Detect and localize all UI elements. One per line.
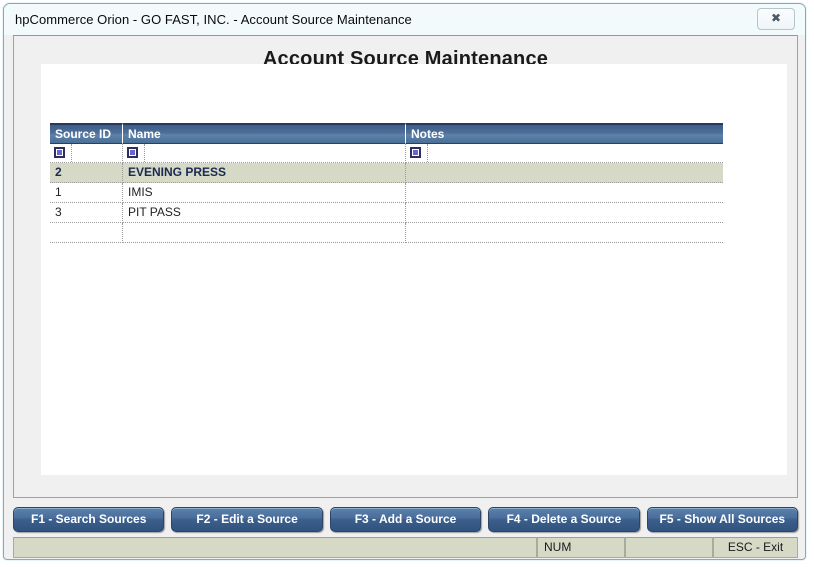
empty-row bbox=[50, 223, 723, 243]
empty-cell bbox=[406, 223, 723, 243]
cell-name[interactable]: IMIS bbox=[123, 183, 406, 203]
grid-header-notes[interactable]: Notes bbox=[406, 123, 723, 144]
status-panel-0 bbox=[13, 537, 537, 558]
title-bar: hpCommerce Orion - GO FAST, INC. - Accou… bbox=[4, 4, 805, 35]
application-window: hpCommerce Orion - GO FAST, INC. - Accou… bbox=[3, 3, 806, 560]
status-bar: NUM ESC - Exit bbox=[13, 537, 798, 558]
filter-cell-divider bbox=[144, 144, 145, 162]
filter-builder-icon[interactable] bbox=[54, 147, 65, 158]
grid-filter-cell-name[interactable] bbox=[123, 144, 406, 163]
cell-name[interactable]: PIT PASS bbox=[123, 203, 406, 223]
grid-filter-cell-notes[interactable] bbox=[406, 144, 723, 163]
f5-show-all-sources-button[interactable]: F5 - Show All Sources bbox=[646, 507, 799, 532]
empty-cell bbox=[123, 223, 406, 243]
window-title: hpCommerce Orion - GO FAST, INC. - Accou… bbox=[15, 12, 412, 27]
status-panel-3: ESC - Exit bbox=[713, 537, 798, 558]
close-icon: ✖ bbox=[770, 11, 782, 25]
grid-header-row: Source ID Name Notes bbox=[50, 123, 723, 144]
account-source-grid[interactable]: Source ID Name Notes 2 EVENING PRESS 1 IMIS 3 P… bbox=[50, 123, 723, 243]
grid-body: 2 EVENING PRESS 1 IMIS 3 PIT PASS bbox=[50, 163, 723, 243]
content-panel: Source ID Name Notes 2 EVENING PRESS 1 IMIS 3 P… bbox=[41, 64, 787, 475]
grid-header-source_id[interactable]: Source ID bbox=[50, 123, 123, 144]
table-row[interactable]: 2 EVENING PRESS bbox=[50, 163, 723, 183]
f2-edit-a-source-button[interactable]: F2 - Edit a Source bbox=[171, 507, 323, 532]
f3-add-a-source-button[interactable]: F3 - Add a Source bbox=[329, 507, 482, 532]
empty-cell bbox=[50, 223, 123, 243]
grid-filter-cell-source_id[interactable] bbox=[50, 144, 123, 163]
cell-notes[interactable] bbox=[406, 183, 723, 203]
status-panel-1: NUM bbox=[537, 537, 625, 558]
cell-source_id[interactable]: 1 bbox=[50, 183, 123, 203]
cell-source_id[interactable]: 2 bbox=[50, 163, 123, 183]
function-button-bar: F1 - Search Sources F2 - Edit a Source F3 … bbox=[13, 504, 799, 534]
status-panel-2 bbox=[625, 537, 713, 558]
table-row[interactable]: 1 IMIS bbox=[50, 183, 723, 203]
filter-cell-divider bbox=[71, 144, 72, 162]
f4-delete-a-source-button[interactable]: F4 - Delete a Source bbox=[488, 507, 640, 532]
filter-builder-icon[interactable] bbox=[410, 147, 421, 158]
grid-filter-row[interactable] bbox=[50, 144, 723, 163]
f1-search-sources-button[interactable]: F1 - Search Sources bbox=[13, 507, 165, 532]
filter-builder-icon[interactable] bbox=[127, 147, 138, 158]
filter-cell-divider bbox=[427, 144, 428, 162]
grid-header-name[interactable]: Name bbox=[123, 123, 406, 144]
cell-notes[interactable] bbox=[406, 203, 723, 223]
client-area: Account Source Maintenance Source ID Name… bbox=[13, 35, 798, 498]
close-button[interactable]: ✖ bbox=[757, 8, 795, 30]
cell-name[interactable]: EVENING PRESS bbox=[123, 163, 406, 183]
cell-source_id[interactable]: 3 bbox=[50, 203, 123, 223]
cell-notes[interactable] bbox=[406, 163, 723, 183]
table-row[interactable]: 3 PIT PASS bbox=[50, 203, 723, 223]
